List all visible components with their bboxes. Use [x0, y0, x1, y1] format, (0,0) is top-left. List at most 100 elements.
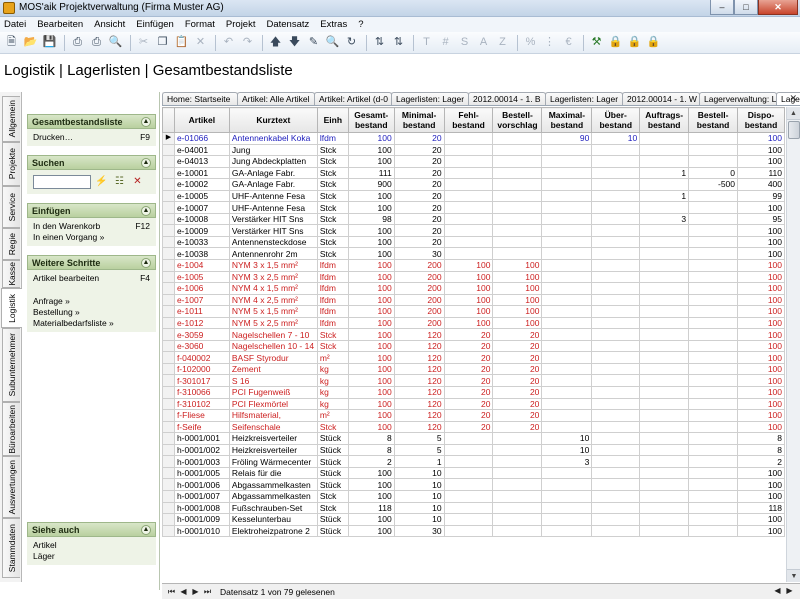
table-cell[interactable]: 100	[737, 374, 785, 388]
scroll-down-icon[interactable]: ▼	[787, 569, 800, 582]
column-header[interactable]: Kurztext	[228, 107, 318, 133]
table-cell[interactable]: 100	[347, 466, 395, 480]
table-cell[interactable]	[443, 466, 494, 480]
table-cell[interactable]: 10	[393, 489, 445, 503]
print-all-icon[interactable]: ⎙	[88, 34, 105, 51]
tab-artikel-detail[interactable]: Artikel: Artikel (d-0	[314, 92, 392, 105]
table-cell[interactable]: 20	[443, 386, 494, 399]
row-indicator[interactable]	[162, 178, 175, 191]
table-cell[interactable]: kg	[316, 386, 349, 399]
table-row[interactable]: e-1012 NYM 5 x 2,5 mm² lfdm 100 200 100 100 100	[162, 316, 785, 330]
number-format-icon[interactable]: #	[437, 34, 454, 51]
table-cell[interactable]: 20	[492, 351, 543, 364]
table-cell[interactable]	[492, 489, 543, 503]
table-cell[interactable]	[492, 143, 543, 157]
table-cell[interactable]	[492, 155, 543, 168]
table-row[interactable]: e-10033 Antennensteckdose Stck 100 20 100	[162, 235, 785, 249]
table-cell[interactable]: Stck	[316, 328, 349, 341]
table-cell[interactable]	[688, 328, 739, 341]
table-cell[interactable]: 20	[393, 155, 445, 168]
copy-icon[interactable]: ❐	[154, 34, 171, 51]
table-cell[interactable]: 100	[737, 293, 785, 307]
minimize-button[interactable]: –	[710, 0, 734, 15]
table-cell[interactable]	[688, 489, 739, 503]
table-cell[interactable]	[639, 339, 690, 353]
table-cell[interactable]	[591, 270, 641, 284]
table-cell[interactable]	[541, 155, 593, 168]
table-cell[interactable]	[541, 247, 593, 260]
row-indicator[interactable]	[162, 478, 175, 491]
table-cell[interactable]: 8	[347, 443, 395, 457]
table-cell[interactable]: h-0001/005	[173, 466, 230, 480]
table-cell[interactable]: lfdm	[316, 282, 349, 295]
table-cell[interactable]	[443, 524, 494, 538]
table-cell[interactable]: NYM 3 x 1,5 mm²	[228, 259, 318, 272]
row-indicator[interactable]	[162, 293, 175, 307]
table-cell[interactable]	[688, 224, 739, 237]
table-cell[interactable]: 100	[347, 132, 395, 145]
table-cell[interactable]: 100	[347, 305, 395, 318]
table-cell[interactable]	[541, 201, 593, 214]
table-row[interactable]: e-1007 NYM 4 x 2,5 mm² lfdm 100 200 100 100 100	[162, 293, 785, 307]
table-cell[interactable]	[688, 189, 739, 203]
table-cell[interactable]: e-10002	[173, 178, 230, 191]
table-cell[interactable]: lfdm	[316, 270, 349, 284]
undo-icon[interactable]: ↶	[220, 34, 237, 51]
table-cell[interactable]: 100	[347, 259, 395, 272]
table-cell[interactable]: Stück	[316, 443, 349, 457]
table-row[interactable]: e-10038 Antennenrohr 2m Stck 100 30 100	[162, 247, 785, 260]
table-cell[interactable]	[639, 293, 690, 307]
z-format-icon[interactable]: Z	[494, 34, 511, 51]
table-cell[interactable]: Antennensteckdose	[228, 235, 318, 249]
table-cell[interactable]	[688, 374, 739, 388]
table-cell[interactable]: 100	[737, 524, 785, 538]
table-cell[interactable]: 200	[393, 316, 445, 330]
table-cell[interactable]	[591, 224, 641, 237]
table-cell[interactable]	[639, 443, 690, 457]
table-cell[interactable]	[639, 282, 690, 295]
table-cell[interactable]: NYM 4 x 2,5 mm²	[228, 293, 318, 307]
table-cell[interactable]	[639, 386, 690, 399]
table-row[interactable]: h-0001/001 Heizkreisverteiler Stück 8 5 10 8	[162, 432, 785, 445]
table-cell[interactable]: 20	[393, 235, 445, 249]
table-cell[interactable]	[639, 420, 690, 434]
vtab-allgemein[interactable]: Allgemein	[2, 96, 20, 142]
menu-datensatz[interactable]: Datensatz	[266, 19, 309, 30]
table-cell[interactable]	[688, 351, 739, 364]
print-preview-icon[interactable]: 🔍	[107, 34, 124, 51]
table-cell[interactable]: 900	[347, 178, 395, 191]
table-cell[interactable]: GA-Anlage Fabr.	[228, 178, 318, 191]
table-cell[interactable]	[541, 224, 593, 237]
table-cell[interactable]: 100	[347, 489, 395, 503]
table-row[interactable]: f-310066 PCI Fugenweiß kg 100 120 20 20 100	[162, 386, 785, 399]
table-cell[interactable]: 20	[443, 409, 494, 422]
table-cell[interactable]: 100	[737, 224, 785, 237]
table-cell[interactable]: Stck	[316, 143, 349, 157]
table-cell[interactable]: 100	[737, 409, 785, 422]
table-cell[interactable]	[443, 201, 494, 214]
table-cell[interactable]: Stück	[316, 478, 349, 491]
table-cell[interactable]: 10	[541, 432, 593, 445]
row-indicator[interactable]	[162, 166, 175, 180]
table-cell[interactable]: Hilfsmaterial,	[228, 409, 318, 422]
table-cell[interactable]: 100	[347, 351, 395, 364]
table-cell[interactable]: 20	[393, 201, 445, 214]
table-cell[interactable]: 10	[393, 513, 445, 526]
vertical-scrollbar[interactable]: ▲ ▼	[786, 107, 800, 582]
tab-vorgang-w[interactable]: 2012.00014 - 1. W	[622, 92, 700, 105]
table-cell[interactable]: 100	[347, 235, 395, 249]
table-cell[interactable]	[639, 501, 690, 515]
table-cell[interactable]	[541, 189, 593, 203]
table-cell[interactable]	[591, 501, 641, 515]
table-cell[interactable]: 100	[347, 316, 395, 330]
table-cell[interactable]: 1	[639, 166, 690, 180]
table-cell[interactable]: 100	[737, 362, 785, 376]
table-cell[interactable]: 100	[347, 362, 395, 376]
row-indicator[interactable]	[162, 247, 175, 260]
table-cell[interactable]: 100	[443, 293, 494, 307]
table-cell[interactable]: 100	[737, 143, 785, 157]
table-cell[interactable]: Stck	[316, 155, 349, 168]
table-cell[interactable]	[688, 270, 739, 284]
table-cell[interactable]: 100	[347, 270, 395, 284]
table-cell[interactable]: 10	[393, 501, 445, 515]
